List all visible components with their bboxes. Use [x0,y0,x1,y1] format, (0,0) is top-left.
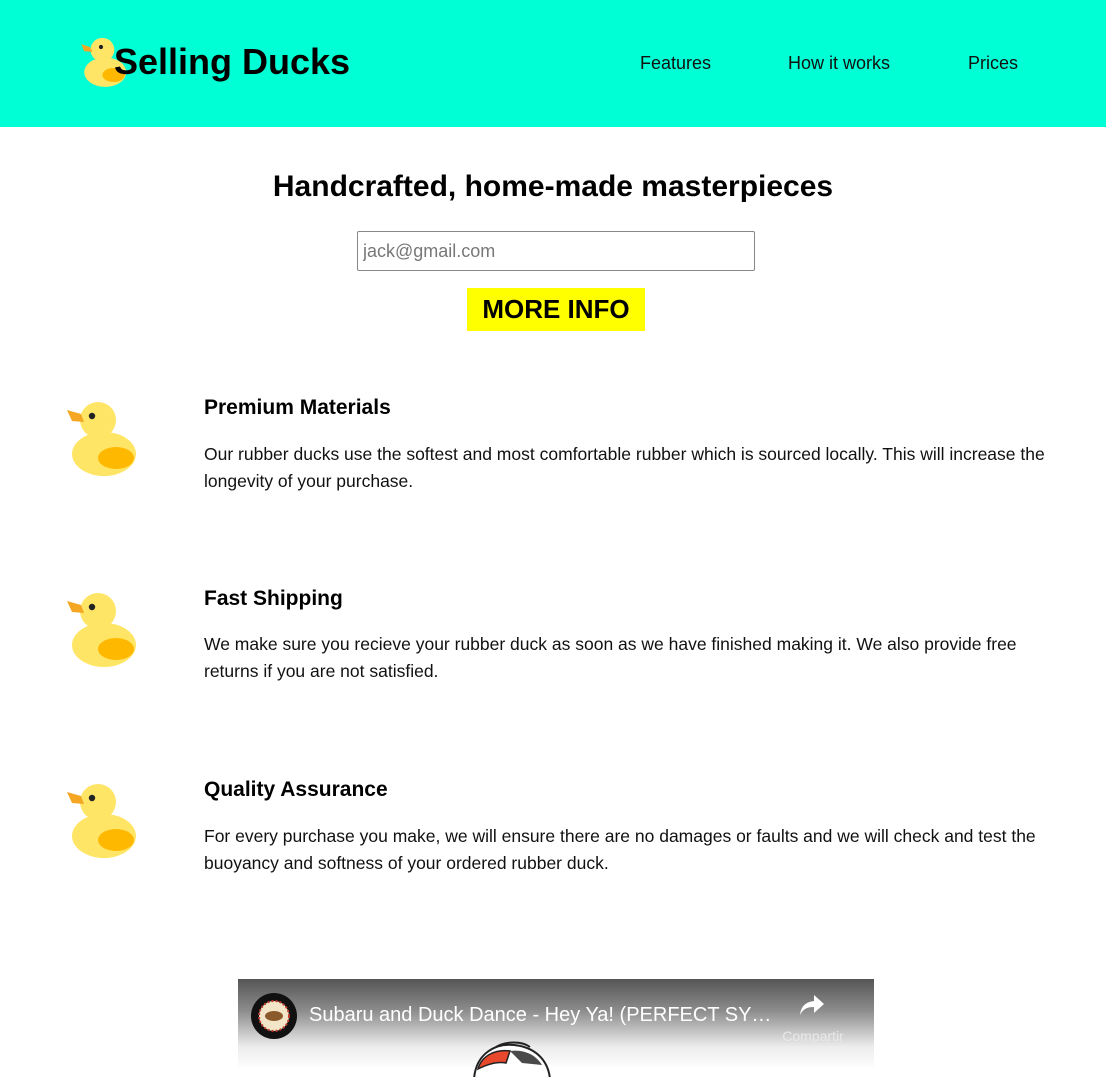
share-arrow-icon[interactable] [799,994,825,1016]
rubber-duck-icon [67,402,136,476]
channel-avatar[interactable] [250,992,298,1040]
email-input[interactable] [357,231,755,271]
feature-text: Our rubber ducks use the softest and mos… [204,444,1045,491]
rubber-duck-icon [67,784,136,858]
more-info-button[interactable]: MORE INFO [467,288,645,331]
feature-title: Quality Assurance [204,778,388,801]
brand-title[interactable]: Selling Ducks [114,40,350,84]
nav-prices[interactable]: Prices [968,52,1018,74]
feature-premium-materials: Premium Materials Our rubber ducks use t… [0,396,1106,498]
feature-title: Premium Materials [204,396,391,419]
video-title[interactable]: Subaru and Duck Dance - Hey Ya! (PERFECT… [309,1002,779,1028]
hero-title: Handcrafted, home-made masterpieces [272,170,834,203]
feature-text: For every purchase you make, we will ens… [204,826,1036,873]
feature-title: Fast Shipping [204,587,343,610]
video-embed[interactable]: Subaru and Duck Dance - Hey Ya! (PERFECT… [238,979,874,1077]
nav-features[interactable]: Features [640,52,711,74]
share-label[interactable]: Compartir [778,1027,848,1045]
rubber-duck-icon [67,593,136,667]
site-header: Selling Ducks Features How it works Pric… [0,0,1106,127]
feature-text: We make sure you recieve your rubber duc… [204,634,1017,681]
feature-fast-shipping: Fast Shipping We make sure you recieve y… [0,587,1106,689]
nav-how-it-works[interactable]: How it works [788,52,890,74]
feature-quality-assurance: Quality Assurance For every purchase you… [0,778,1106,880]
video-thumbnail-character [473,1041,551,1077]
